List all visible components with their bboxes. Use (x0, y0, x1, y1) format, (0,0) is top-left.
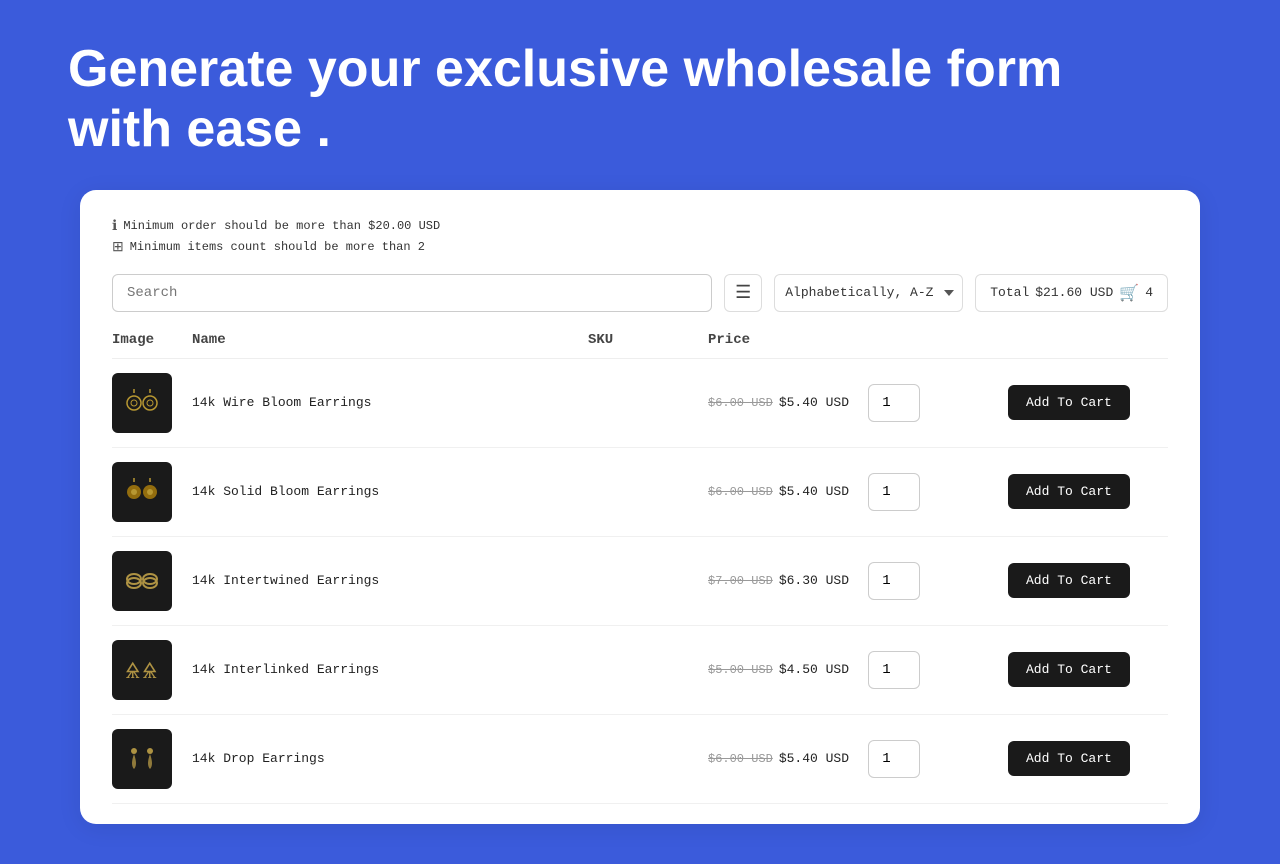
price-sale: $5.40 USD (779, 751, 849, 766)
notices-section: ℹ Minimum order should be more than $20.… (112, 218, 1168, 256)
table-header: Image Name SKU Price (112, 332, 1168, 359)
product-name: 14k Intertwined Earrings (192, 573, 588, 588)
action-container: Add To Cart (1008, 385, 1168, 420)
qty-container (868, 651, 1008, 689)
price-sale: $6.30 USD (779, 573, 849, 588)
product-image (112, 551, 172, 611)
cart-badge: Total $21.60 USD 🛒 4 (975, 274, 1168, 312)
hero-title: Generate your exclusive wholesale form w… (68, 40, 1212, 160)
col-image: Image (112, 332, 192, 348)
table-row: 🜎 🜎 14k Interlinked Earrings $5.00 USD $… (112, 626, 1168, 715)
notice-minimum-order-text: Minimum order should be more than $20.00… (123, 219, 440, 233)
price-original: $5.00 USD (708, 663, 773, 677)
notice-minimum-items-text: Minimum items count should be more than … (130, 240, 425, 254)
toolbar: ☰ Alphabetically, A-Z Alphabetically, Z-… (112, 274, 1168, 312)
grid-icon: ⊞ (112, 239, 124, 256)
price-container: $6.00 USD $5.40 USD (708, 484, 868, 499)
price-container: $6.00 USD $5.40 USD (708, 395, 868, 410)
price-original: $7.00 USD (708, 574, 773, 588)
price-sale: $5.40 USD (779, 484, 849, 499)
price-container: $6.00 USD $5.40 USD (708, 751, 868, 766)
cart-count: 4 (1145, 285, 1153, 300)
product-name: 14k Drop Earrings (192, 751, 588, 766)
sort-select[interactable]: Alphabetically, A-Z Alphabetically, Z-A … (774, 274, 963, 312)
hero-title-line1: Generate your exclusive wholesale form (68, 40, 1062, 98)
product-image (112, 373, 172, 433)
action-container: Add To Cart (1008, 652, 1168, 687)
info-icon: ℹ (112, 218, 117, 235)
action-container: Add To Cart (1008, 563, 1168, 598)
add-to-cart-button[interactable]: Add To Cart (1008, 741, 1130, 776)
action-container: Add To Cart (1008, 741, 1168, 776)
svg-text:🜎: 🜎 (142, 660, 158, 685)
table-row: 14k Intertwined Earrings $7.00 USD $6.30… (112, 537, 1168, 626)
add-to-cart-button[interactable]: Add To Cart (1008, 652, 1130, 687)
action-container: Add To Cart (1008, 474, 1168, 509)
product-image (112, 729, 172, 789)
table-row: 14k Drop Earrings $6.00 USD $5.40 USD Ad… (112, 715, 1168, 804)
product-image: 🜎 🜎 (112, 640, 172, 700)
price-container: $7.00 USD $6.30 USD (708, 573, 868, 588)
price-sale: $5.40 USD (779, 395, 849, 410)
cart-total-label: Total (990, 285, 1029, 300)
qty-container (868, 562, 1008, 600)
filter-icon: ☰ (735, 282, 751, 303)
hero-title-line2: with ease . (68, 100, 331, 158)
product-image (112, 462, 172, 522)
table-row: 14k Solid Bloom Earrings $6.00 USD $5.40… (112, 448, 1168, 537)
svg-text:🜎: 🜎 (125, 660, 141, 685)
price-original: $6.00 USD (708, 485, 773, 499)
qty-input[interactable] (868, 740, 920, 778)
qty-container (868, 384, 1008, 422)
cart-icon: 🛒 (1119, 283, 1139, 303)
search-input[interactable] (112, 274, 712, 312)
cart-total-amount: $21.60 USD (1035, 285, 1113, 300)
col-price: Price (708, 332, 868, 348)
product-list: 14k Wire Bloom Earrings $6.00 USD $5.40 … (112, 359, 1168, 804)
main-card: ℹ Minimum order should be more than $20.… (80, 190, 1200, 824)
notice-minimum-order: ℹ Minimum order should be more than $20.… (112, 218, 1168, 235)
qty-input[interactable] (868, 473, 920, 511)
qty-input[interactable] (868, 384, 920, 422)
product-name: 14k Solid Bloom Earrings (192, 484, 588, 499)
filter-button[interactable]: ☰ (724, 274, 762, 312)
product-name: 14k Wire Bloom Earrings (192, 395, 588, 410)
price-container: $5.00 USD $4.50 USD (708, 662, 868, 677)
price-original: $6.00 USD (708, 752, 773, 766)
qty-input[interactable] (868, 562, 920, 600)
product-name: 14k Interlinked Earrings (192, 662, 588, 677)
add-to-cart-button[interactable]: Add To Cart (1008, 474, 1130, 509)
qty-input[interactable] (868, 651, 920, 689)
qty-container (868, 740, 1008, 778)
hero-section: Generate your exclusive wholesale form w… (0, 0, 1280, 190)
notice-minimum-items: ⊞ Minimum items count should be more tha… (112, 239, 1168, 256)
col-name: Name (192, 332, 588, 348)
col-sku: SKU (588, 332, 708, 348)
price-original: $6.00 USD (708, 396, 773, 410)
add-to-cart-button[interactable]: Add To Cart (1008, 563, 1130, 598)
add-to-cart-button[interactable]: Add To Cart (1008, 385, 1130, 420)
price-sale: $4.50 USD (779, 662, 849, 677)
table-row: 14k Wire Bloom Earrings $6.00 USD $5.40 … (112, 359, 1168, 448)
qty-container (868, 473, 1008, 511)
